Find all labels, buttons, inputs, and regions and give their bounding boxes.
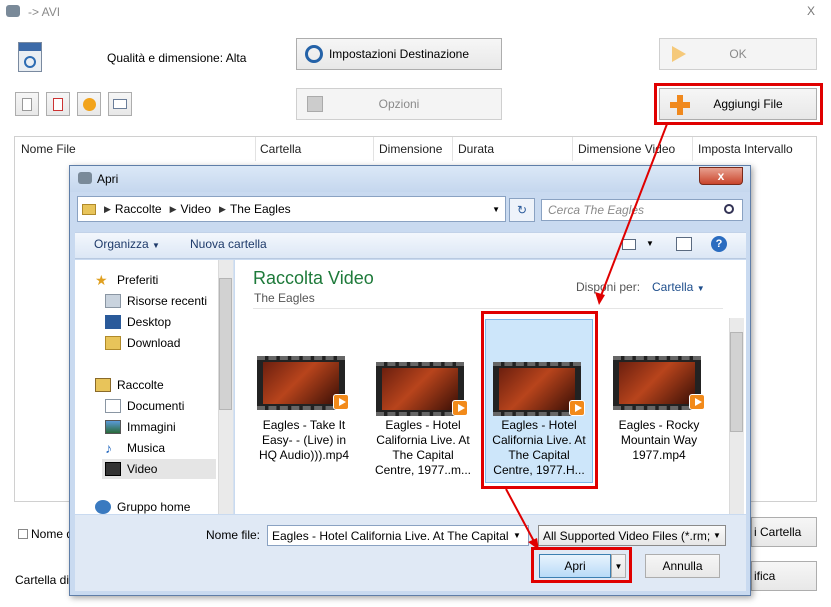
arrowhead <box>528 538 539 550</box>
arrowhead <box>595 292 605 305</box>
arrow-add-to-file <box>598 123 668 302</box>
arrow-file-to-open <box>505 488 538 548</box>
annotation-arrows <box>505 123 668 550</box>
